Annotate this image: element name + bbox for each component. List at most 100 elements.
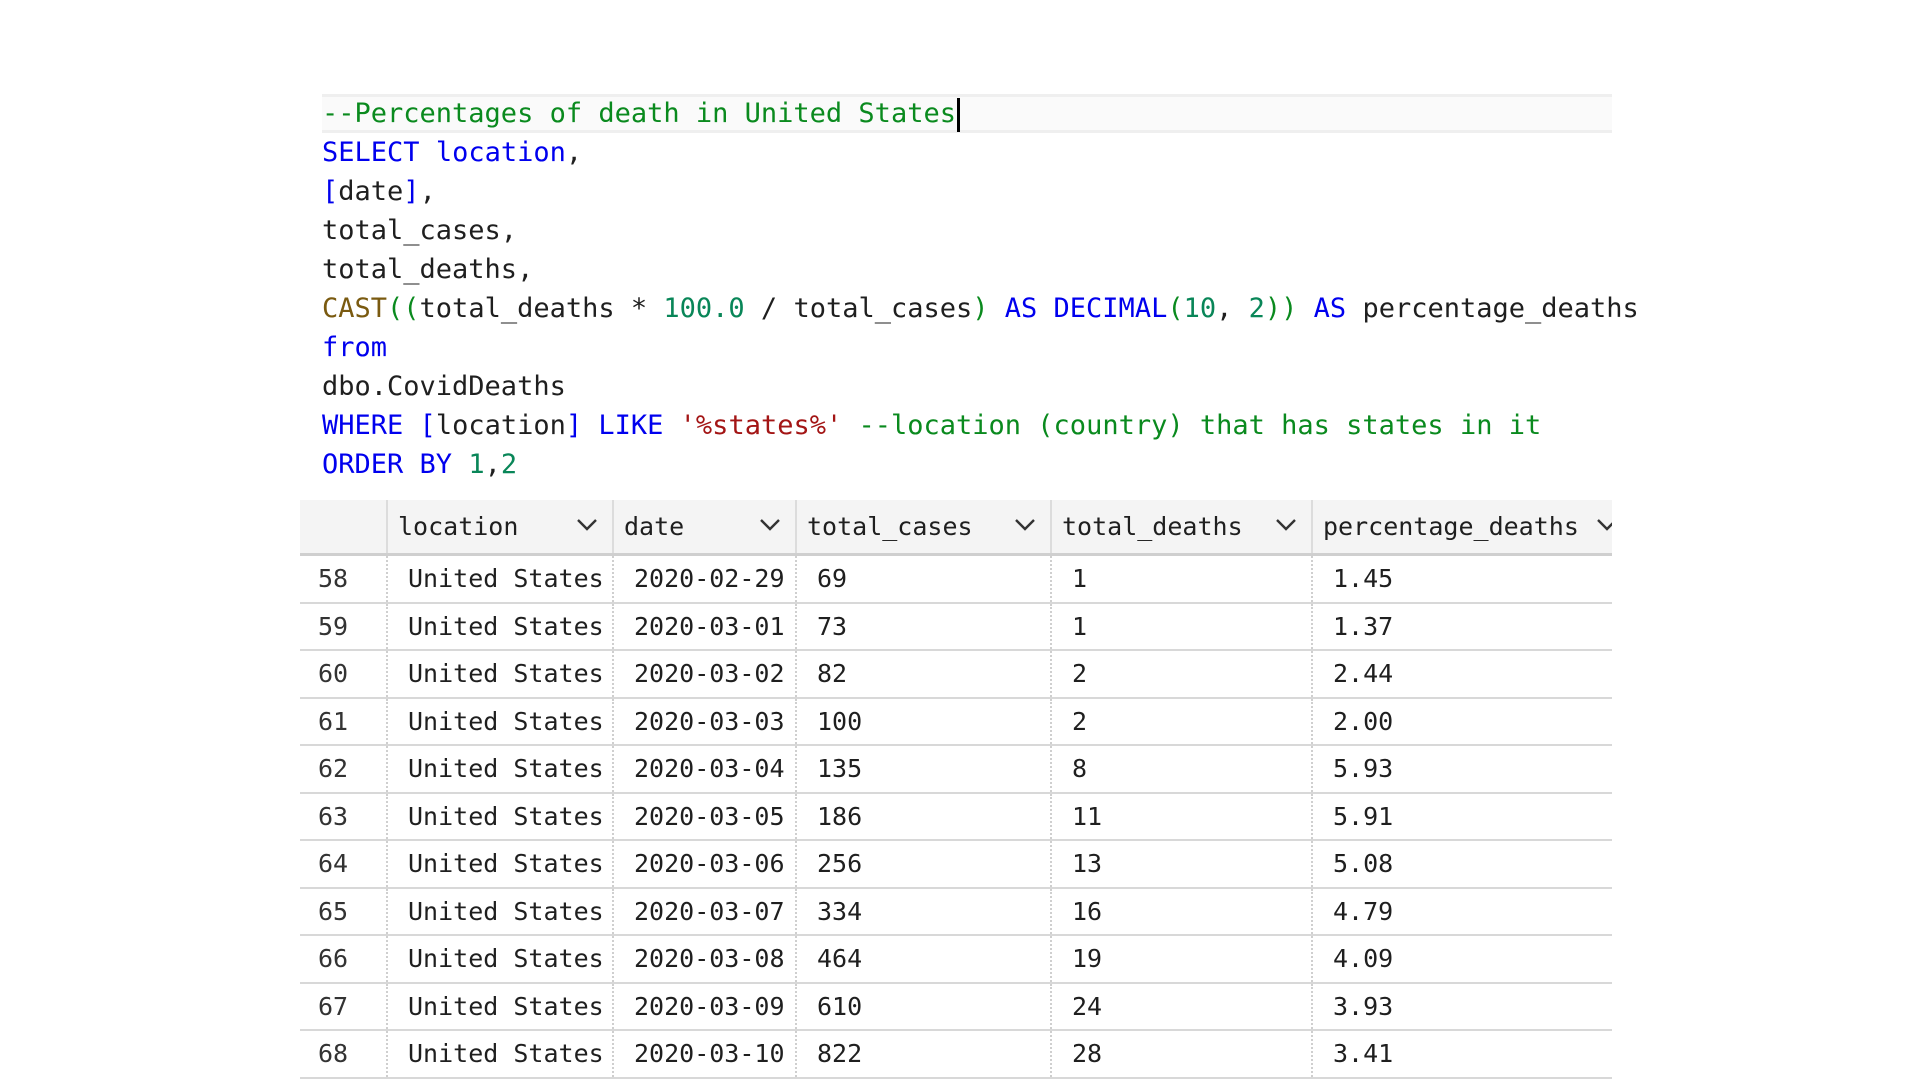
code-line[interactable]: WHERE [location] LIKE '%states%' --locat… [322,406,1612,445]
cell-date[interactable]: 2020-03-10 [614,1031,797,1077]
table-row[interactable]: 58 United States 2020-02-29 69 1 1.45 [300,556,1612,604]
table-row[interactable]: 61 United States 2020-03-03 100 2 2.00 [300,698,1612,746]
chevron-down-icon[interactable] [576,518,598,532]
sql-editor[interactable]: --Percentages of death in United States S… [322,94,1639,484]
row-number[interactable]: 63 [300,793,388,839]
table-row[interactable]: 60 United States 2020-03-02 82 2 2.44 [300,651,1612,699]
cell-date[interactable]: 2020-03-07 [614,888,797,934]
chevron-down-icon[interactable] [759,518,781,532]
cell-total-cases[interactable]: 256 [797,841,1052,887]
cell-date[interactable]: 2020-03-04 [614,746,797,792]
row-number[interactable]: 61 [300,698,388,744]
column-header-percentage-deaths[interactable]: percentage_deaths [1313,500,1612,553]
cell-percentage-deaths[interactable]: 4.79 [1313,889,1612,935]
row-number[interactable]: 68 [300,1031,388,1077]
cell-total-cases[interactable]: 186 [797,793,1052,839]
cell-date[interactable]: 2020-03-09 [614,983,797,1029]
code-line[interactable]: [date], [322,172,1612,211]
cell-location[interactable]: United States [388,983,614,1029]
table-row[interactable]: 62 United States 2020-03-04 135 8 5.93 [300,746,1612,794]
cell-total-cases[interactable]: 73 [797,603,1052,649]
cell-total-deaths[interactable]: 2 [1052,651,1313,697]
grid-body[interactable]: 58 United States 2020-02-29 69 1 1.45 59 United… [300,556,1612,1079]
cell-date[interactable]: 2020-03-08 [614,936,797,982]
row-number[interactable]: 59 [300,603,388,649]
table-row[interactable]: 67 United States 2020-03-09 610 24 3.93 [300,983,1612,1031]
table-row[interactable]: 66 United States 2020-03-08 464 19 4.09 [300,936,1612,984]
cell-total-deaths[interactable]: 16 [1052,888,1313,934]
cell-location[interactable]: United States [388,793,614,839]
cell-total-deaths[interactable]: 8 [1052,746,1313,792]
chevron-down-icon[interactable] [1275,518,1297,532]
cell-total-cases[interactable]: 82 [797,651,1052,697]
cell-total-deaths[interactable]: 1 [1052,556,1313,602]
cell-total-deaths[interactable]: 1 [1052,603,1313,649]
code-line[interactable]: total_deaths, [322,250,1612,289]
row-number[interactable]: 62 [300,746,388,792]
table-row[interactable]: 64 United States 2020-03-06 256 13 5.08 [300,841,1612,889]
cell-total-cases[interactable]: 822 [797,1031,1052,1077]
row-number[interactable]: 60 [300,651,388,697]
cell-location[interactable]: United States [388,888,614,934]
table-row[interactable]: 65 United States 2020-03-07 334 16 4.79 [300,888,1612,936]
cell-date[interactable]: 2020-03-02 [614,651,797,697]
column-header-total-cases[interactable]: total_cases [797,500,1052,553]
cell-total-cases[interactable]: 610 [797,983,1052,1029]
cell-percentage-deaths[interactable]: 3.93 [1313,984,1612,1030]
cell-percentage-deaths[interactable]: 3.41 [1313,1031,1612,1077]
cell-location[interactable]: United States [388,1031,614,1077]
code-line[interactable]: ORDER BY 1,2 [322,445,1612,484]
column-header-total-deaths[interactable]: total_deaths [1052,500,1313,553]
cell-percentage-deaths[interactable]: 2.44 [1313,651,1612,697]
row-number[interactable]: 64 [300,841,388,887]
code-line[interactable]: SELECT location, [322,133,1612,172]
code-line[interactable]: --Percentages of death in United States [322,94,1612,133]
code-line[interactable]: CAST((total_deaths * 100.0 / total_cases… [322,289,1639,328]
cell-total-deaths[interactable]: 24 [1052,983,1313,1029]
cell-percentage-deaths[interactable]: 4.09 [1313,936,1612,982]
cell-total-deaths[interactable]: 11 [1052,793,1313,839]
cell-total-cases[interactable]: 69 [797,556,1052,602]
cell-total-deaths[interactable]: 19 [1052,936,1313,982]
cell-total-cases[interactable]: 334 [797,888,1052,934]
chevron-down-icon[interactable] [1596,518,1612,532]
cell-total-cases[interactable]: 135 [797,746,1052,792]
cell-location[interactable]: United States [388,746,614,792]
code-line[interactable]: from [322,328,1612,367]
cell-location[interactable]: United States [388,936,614,982]
table-row[interactable]: 68 United States 2020-03-10 822 28 3.41 [300,1031,1612,1079]
cell-percentage-deaths[interactable]: 5.93 [1313,746,1612,792]
cell-total-cases[interactable]: 464 [797,936,1052,982]
cell-percentage-deaths[interactable]: 5.08 [1313,841,1612,887]
table-row[interactable]: 63 United States 2020-03-05 186 11 5.91 [300,793,1612,841]
code-line[interactable]: total_cases, [322,211,1612,250]
cell-location[interactable]: United States [388,698,614,744]
cell-percentage-deaths[interactable]: 5.91 [1313,794,1612,840]
row-number[interactable]: 58 [300,556,388,602]
cell-date[interactable]: 2020-03-03 [614,698,797,744]
cell-location[interactable]: United States [388,603,614,649]
row-number[interactable]: 65 [300,888,388,934]
results-grid[interactable]: location date total_cases total_deaths p… [300,500,1612,1080]
cell-percentage-deaths[interactable]: 1.45 [1313,556,1612,602]
cell-date[interactable]: 2020-02-29 [614,556,797,602]
row-number[interactable]: 67 [300,983,388,1029]
cell-location[interactable]: United States [388,556,614,602]
cell-date[interactable]: 2020-03-01 [614,603,797,649]
code-line[interactable]: dbo.CovidDeaths [322,367,1612,406]
cell-total-deaths[interactable]: 28 [1052,1031,1313,1077]
cell-date[interactable]: 2020-03-06 [614,841,797,887]
cell-location[interactable]: United States [388,841,614,887]
cell-location[interactable]: United States [388,651,614,697]
column-header-date[interactable]: date [614,500,797,553]
table-row[interactable]: 59 United States 2020-03-01 73 1 1.37 [300,603,1612,651]
cell-total-deaths[interactable]: 13 [1052,841,1313,887]
chevron-down-icon[interactable] [1014,518,1036,532]
cell-percentage-deaths[interactable]: 2.00 [1313,699,1612,745]
cell-percentage-deaths[interactable]: 1.37 [1313,604,1612,650]
cell-date[interactable]: 2020-03-05 [614,793,797,839]
cell-total-deaths[interactable]: 2 [1052,698,1313,744]
cell-total-cases[interactable]: 100 [797,698,1052,744]
row-number[interactable]: 66 [300,936,388,982]
column-header-location[interactable]: location [388,500,614,553]
